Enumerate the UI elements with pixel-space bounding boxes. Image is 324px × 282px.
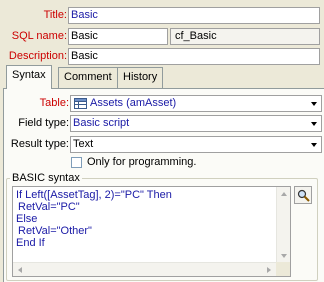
sql-name-full-field: cf_Basic: [170, 28, 320, 45]
vertical-scrollbar[interactable]: [276, 187, 290, 263]
field-type-label: Field type:: [18, 117, 69, 129]
table-combo[interactable]: Assets (amAsset): [70, 95, 322, 112]
result-type-value: Text: [73, 138, 94, 150]
code-line: End If: [16, 237, 45, 249]
table-value: Assets (amAsset): [90, 97, 177, 109]
scrollbar-corner: [276, 262, 290, 276]
sql-name-field[interactable]: Basic: [68, 28, 168, 45]
sql-name-label: SQL name:: [11, 30, 67, 42]
result-type-label: Result type:: [10, 138, 69, 150]
chevron-down-icon[interactable]: [309, 117, 320, 130]
magnifier-icon: [297, 189, 310, 205]
code-line: RetVal="PC": [18, 201, 80, 213]
basic-code-editor[interactable]: If Left([AssetTag], 2)="PC" Then RetVal=…: [12, 186, 291, 277]
title-label: Title:: [43, 9, 67, 21]
description-label: Description:: [8, 50, 67, 62]
code-line: RetVal="Other": [18, 225, 92, 237]
basic-syntax-group-label: BASIC syntax: [10, 172, 82, 184]
scroll-left-icon[interactable]: [18, 267, 22, 273]
description-field[interactable]: Basic: [68, 48, 320, 65]
tab-history[interactable]: History: [117, 67, 164, 88]
scroll-right-icon[interactable]: [267, 267, 271, 273]
chevron-down-icon[interactable]: [309, 97, 320, 110]
chevron-down-icon[interactable]: [309, 138, 320, 151]
zoom-button[interactable]: [294, 186, 312, 204]
scroll-up-icon[interactable]: [281, 192, 287, 196]
tab-syntax[interactable]: Syntax: [6, 65, 52, 89]
code-line: Else: [16, 213, 38, 225]
result-type-combo[interactable]: Text: [70, 136, 322, 153]
title-field[interactable]: Basic: [68, 7, 320, 24]
table-label: Table:: [39, 97, 69, 109]
code-line: If Left([AssetTag], 2)="PC" Then: [16, 189, 172, 201]
field-type-combo[interactable]: Basic script: [70, 115, 322, 132]
programming-only-checkbox[interactable]: [71, 157, 82, 168]
horizontal-scrollbar[interactable]: [13, 262, 276, 276]
field-type-value: Basic script: [73, 117, 130, 129]
scroll-down-icon[interactable]: [281, 254, 287, 258]
table-icon: [74, 98, 87, 109]
tab-comment[interactable]: Comment: [58, 67, 118, 88]
programming-only-label: Only for programming.: [87, 156, 197, 168]
